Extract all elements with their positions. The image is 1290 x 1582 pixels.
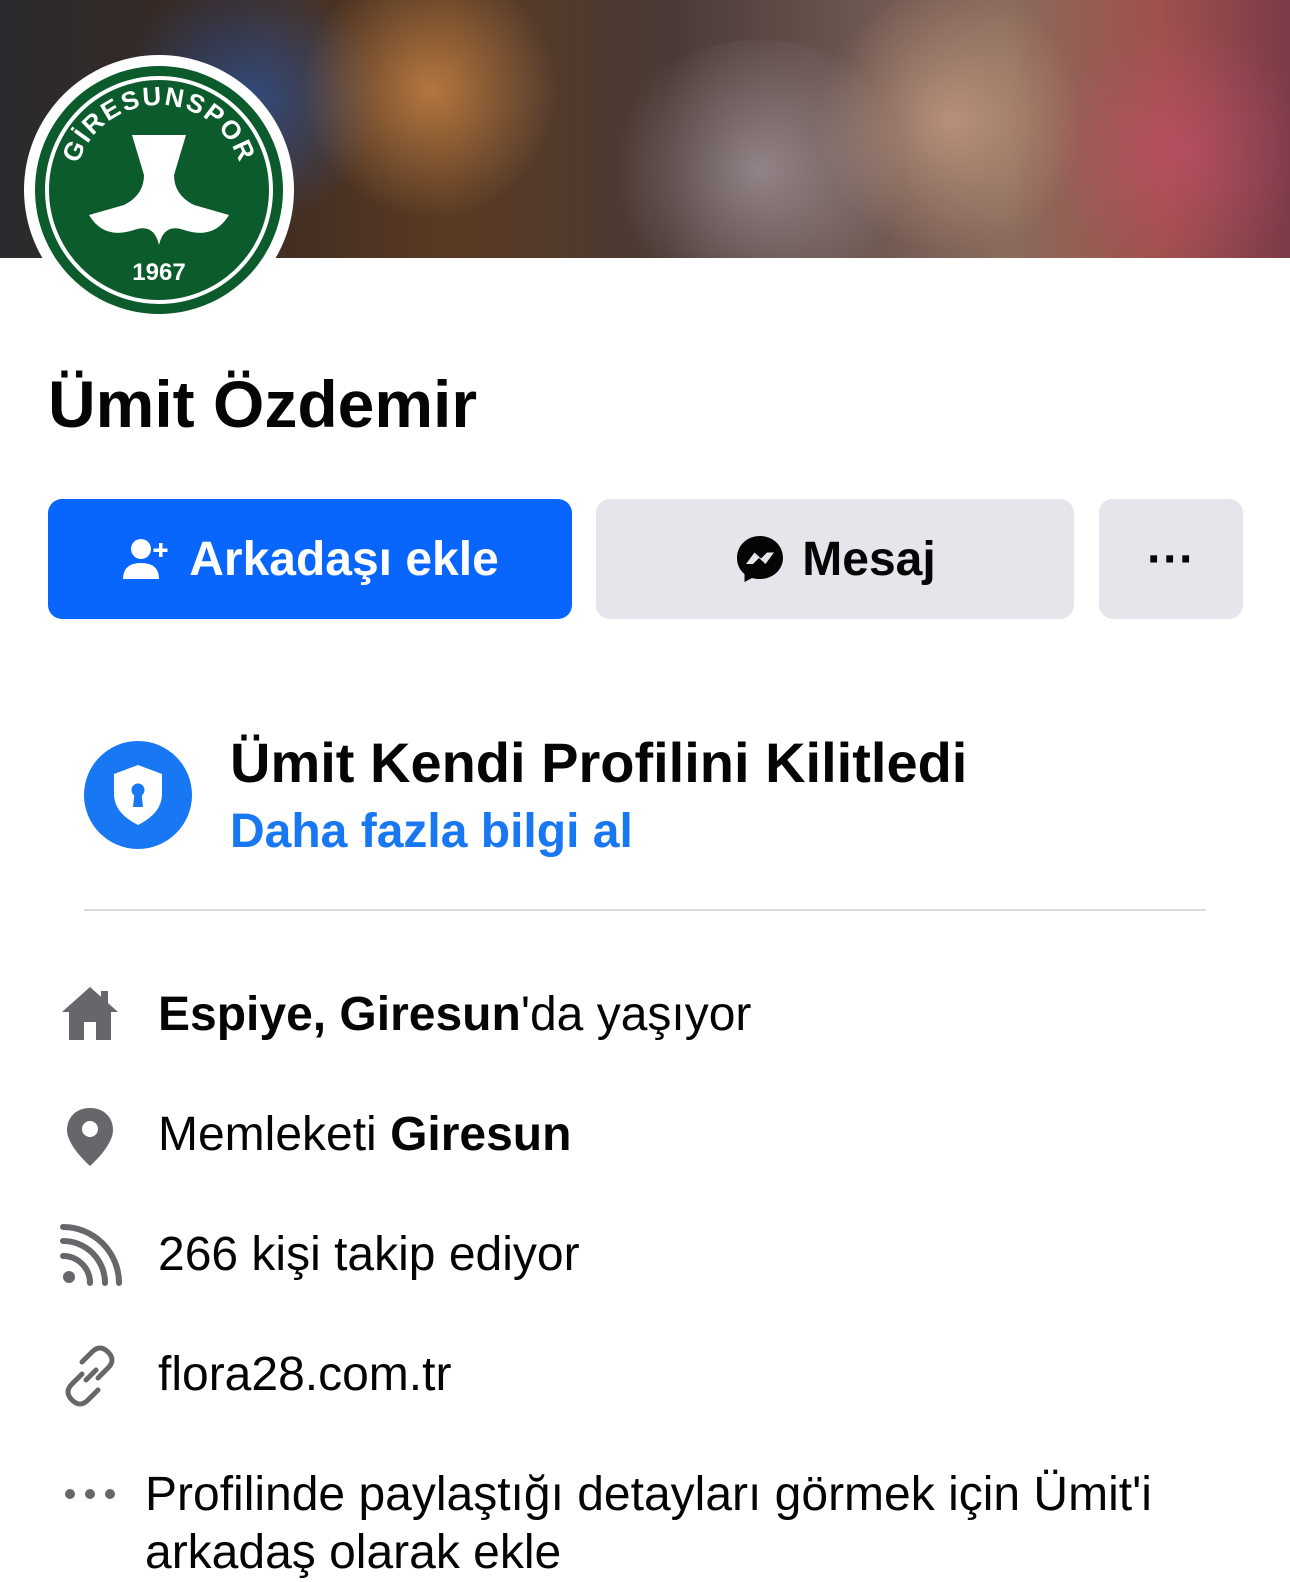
rss-follow-icon <box>58 1224 122 1288</box>
learn-more-link[interactable]: Daha fazla bilgi al <box>230 803 633 861</box>
followers-row: 266 kişi takip ediyor <box>158 1228 580 1281</box>
more-options-button[interactable]: ··· <box>1099 499 1243 619</box>
add-friend-icon <box>121 533 173 585</box>
add-friend-label: Arkadaşı ekle <box>189 532 499 586</box>
giresunspor-logo: GİRESUNSPOR 1967 <box>35 66 283 314</box>
profile-picture[interactable]: GİRESUNSPOR 1967 <box>24 55 294 325</box>
message-label: Mesaj <box>802 532 936 586</box>
badge-year: 1967 <box>132 259 185 286</box>
lives-in-suffix: 'da yaşıyor <box>520 988 752 1041</box>
hometown-row: Memleketi Giresun <box>158 1106 571 1164</box>
messenger-icon <box>734 533 786 585</box>
divider <box>84 909 1206 911</box>
message-button[interactable]: Mesaj <box>596 499 1074 619</box>
hometown-place[interactable]: Giresun <box>390 1108 571 1161</box>
home-icon <box>58 982 122 1046</box>
more-info-text: Profilinde paylaştığı detayları görmek i… <box>145 1468 1152 1579</box>
more-label: ··· <box>1147 532 1195 586</box>
lives-in-row: Espiye, Giresun'da yaşıyor <box>158 986 751 1044</box>
link-icon <box>58 1344 122 1408</box>
hometown-prefix: Memleketi <box>158 1108 391 1161</box>
ellipsis-icon <box>58 1462 122 1526</box>
lives-in-place[interactable]: Espiye, Giresun <box>158 988 521 1041</box>
profile-name: Ümit Özdemir <box>48 367 478 441</box>
website-link[interactable]: flora28.com.tr <box>158 1346 451 1404</box>
location-pin-icon <box>58 1104 122 1168</box>
locked-profile-title: Ümit Kendi Profilini Kilitledi <box>230 731 968 794</box>
shield-lock-icon <box>84 741 192 849</box>
add-friend-button[interactable]: Arkadaşı ekle <box>48 499 572 619</box>
